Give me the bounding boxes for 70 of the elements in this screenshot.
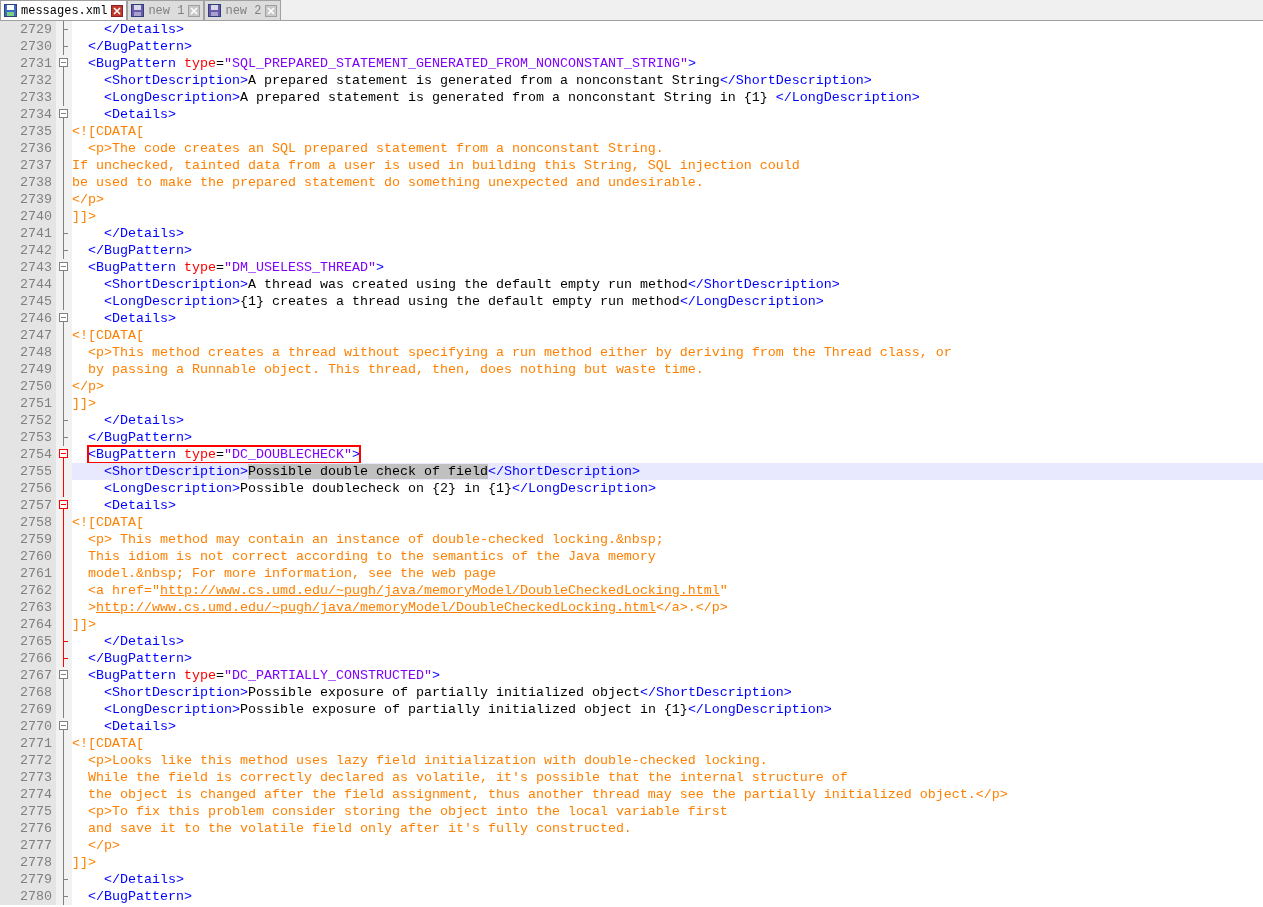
line-number: 2740 bbox=[0, 208, 56, 225]
line-number: 2737 bbox=[0, 157, 56, 174]
line-number: 2763 bbox=[0, 599, 56, 616]
line-number: 2767 bbox=[0, 667, 56, 684]
fold-minus-icon[interactable] bbox=[59, 449, 68, 463]
line-number: 2743 bbox=[0, 259, 56, 276]
fold-minus-icon[interactable] bbox=[59, 58, 68, 72]
line-number: 2729 bbox=[0, 21, 56, 38]
line-number: 2742 bbox=[0, 242, 56, 259]
fold-minus-icon[interactable] bbox=[59, 109, 68, 123]
line-number: 2759 bbox=[0, 531, 56, 548]
line-number: 2768 bbox=[0, 684, 56, 701]
file-tab[interactable]: messages.xml bbox=[0, 0, 128, 20]
line-number: 2765 bbox=[0, 633, 56, 650]
line-number: 2741 bbox=[0, 225, 56, 242]
line-number: 2749 bbox=[0, 361, 56, 378]
url-link[interactable]: http://www.cs.umd.edu/~pugh/java/memoryModel/DoubleCheckedLocking.html bbox=[160, 583, 720, 598]
line-number: 2769 bbox=[0, 701, 56, 718]
tab-label: messages.xml bbox=[21, 2, 108, 20]
line-number: 2732 bbox=[0, 72, 56, 89]
line-number: 2756 bbox=[0, 480, 56, 497]
file-tab[interactable]: new 2 bbox=[204, 0, 282, 20]
line-number: 2777 bbox=[0, 837, 56, 854]
line-number: 2758 bbox=[0, 514, 56, 531]
fold-minus-icon[interactable] bbox=[59, 313, 68, 327]
line-number: 2771 bbox=[0, 735, 56, 752]
line-number: 2747 bbox=[0, 327, 56, 344]
line-number: 2766 bbox=[0, 650, 56, 667]
line-number: 2772 bbox=[0, 752, 56, 769]
line-number: 2761 bbox=[0, 565, 56, 582]
line-number: 2735 bbox=[0, 123, 56, 140]
line-number: 2738 bbox=[0, 174, 56, 191]
close-icon[interactable] bbox=[111, 4, 124, 17]
url-link[interactable]: http://www.cs.umd.edu/~pugh/java/memoryModel/DoubleCheckedLocking.html bbox=[96, 600, 656, 615]
line-number: 2770 bbox=[0, 718, 56, 735]
line-number: 2753 bbox=[0, 429, 56, 446]
line-number: 2745 bbox=[0, 293, 56, 310]
line-number: 2779 bbox=[0, 871, 56, 888]
line-number: 2764 bbox=[0, 616, 56, 633]
line-number: 2746 bbox=[0, 310, 56, 327]
line-number: 2736 bbox=[0, 140, 56, 157]
fold-minus-icon[interactable] bbox=[59, 721, 68, 735]
line-number: 2762 bbox=[0, 582, 56, 599]
line-number: 2730 bbox=[0, 38, 56, 55]
line-number: 2755 bbox=[0, 463, 56, 480]
line-number: 2748 bbox=[0, 344, 56, 361]
line-number: 2754 bbox=[0, 446, 56, 463]
line-number: 2751 bbox=[0, 395, 56, 412]
highlight-frame: <BugPattern type="DC_DOUBLECHECK"> bbox=[88, 446, 360, 463]
line-number: 2744 bbox=[0, 276, 56, 293]
fold-minus-icon[interactable] bbox=[59, 670, 68, 684]
line-number: 2775 bbox=[0, 803, 56, 820]
tab-label: new 2 bbox=[225, 2, 262, 20]
line-number: 2778 bbox=[0, 854, 56, 871]
line-number: 2731 bbox=[0, 55, 56, 72]
line-number: 2752 bbox=[0, 412, 56, 429]
fold-minus-icon[interactable] bbox=[59, 262, 68, 276]
fold-minus-icon[interactable] bbox=[59, 500, 68, 514]
line-number: 2734 bbox=[0, 106, 56, 123]
line-number: 2750 bbox=[0, 378, 56, 395]
line-number: 2733 bbox=[0, 89, 56, 106]
line-number: 2780 bbox=[0, 888, 56, 905]
line-number: 2774 bbox=[0, 786, 56, 803]
line-number: 2773 bbox=[0, 769, 56, 786]
line-number: 2776 bbox=[0, 820, 56, 837]
line-number: 2739 bbox=[0, 191, 56, 208]
tab-label: new 1 bbox=[148, 2, 185, 20]
file-tab[interactable]: new 1 bbox=[127, 0, 205, 20]
line-number: 2760 bbox=[0, 548, 56, 565]
line-number: 2757 bbox=[0, 497, 56, 514]
